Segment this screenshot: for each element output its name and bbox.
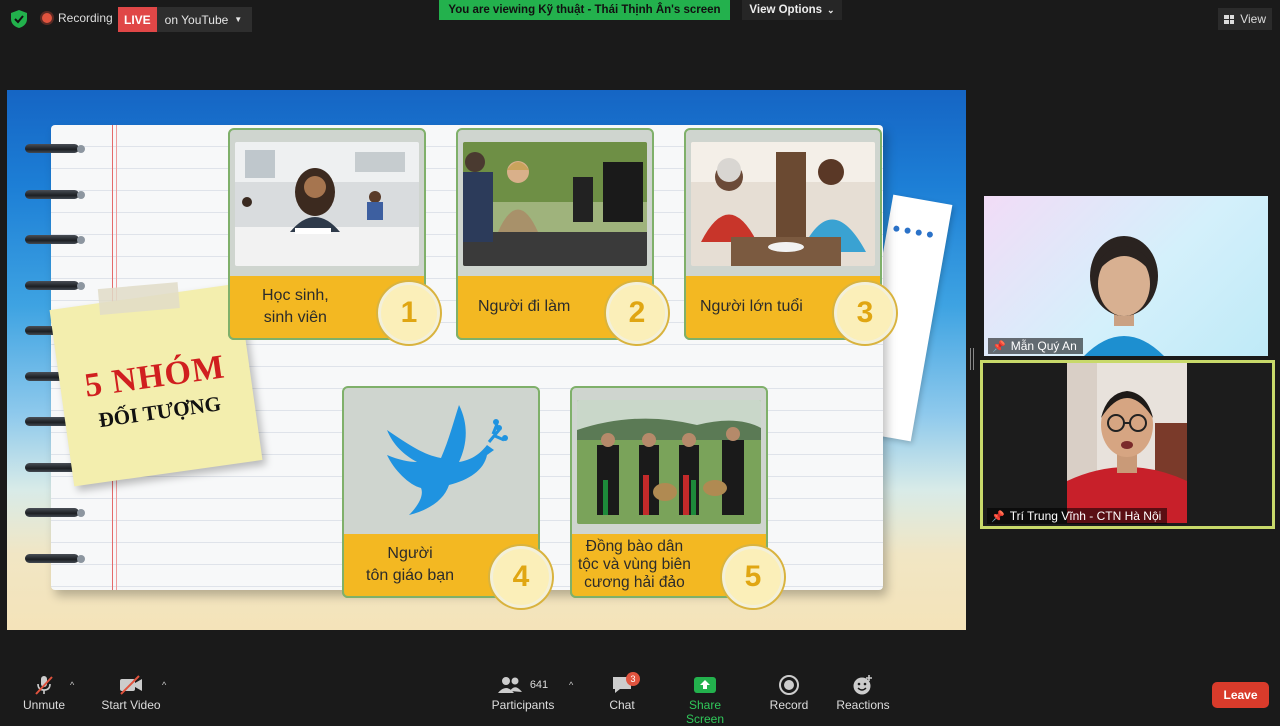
recording-indicator[interactable]: Recording	[42, 11, 113, 25]
tape-decoration	[97, 282, 180, 315]
recording-label: Recording	[58, 11, 113, 25]
share-screen-button[interactable]: Share Screen	[670, 672, 740, 726]
video-options-caret[interactable]: ^	[162, 680, 166, 690]
unmute-button[interactable]: Unmute	[20, 672, 68, 712]
shared-screen-slide: 5 NHÓM ĐỐI TƯỢNG Học sinh, sinh viên 1 N…	[7, 90, 966, 630]
number-badge: 1	[378, 282, 440, 344]
muted-mic-icon	[35, 676, 53, 695]
office-workers-photo	[463, 142, 647, 266]
chat-label: Chat	[609, 698, 635, 712]
number-badge: 3	[834, 282, 896, 344]
pin-icon: 📌	[991, 510, 1005, 523]
group-card-students: Học sinh, sinh viên 1	[228, 128, 440, 344]
spiral-ring	[25, 188, 85, 202]
group-card-ethnic: Đồng bào dân tộc và vùng biên cương hải …	[570, 386, 784, 608]
participant-name: Trí Trung Vĩnh - CTN Hà Nội	[1009, 509, 1162, 523]
live-badge: LIVE	[118, 7, 157, 32]
spiral-ring	[25, 279, 85, 293]
participants-label: Participants	[491, 698, 555, 712]
recording-dot-icon	[42, 13, 52, 23]
screen-share-banner: You are viewing Kỹ thuật - Thái Thịnh Ân…	[439, 0, 730, 20]
spiral-ring	[25, 233, 85, 247]
live-stream-menu[interactable]: LIVE on YouTube ▼	[118, 7, 253, 32]
group-card-elderly: Người lớn tuổi 3	[684, 128, 896, 344]
smiley-icon	[853, 675, 872, 695]
spiral-ring	[25, 142, 85, 156]
pin-icon: 📌	[992, 340, 1006, 353]
chevron-down-icon: ▼	[234, 15, 243, 24]
record-button[interactable]: Record	[768, 672, 810, 712]
group-card-workers: Người đi làm 2	[456, 128, 668, 344]
participant-name-tag: 📌 Mẫn Quý An	[988, 338, 1083, 354]
speaker-video-feed	[1067, 363, 1187, 523]
view-label: View	[1240, 12, 1266, 26]
reactions-button[interactable]: Reactions	[836, 672, 890, 712]
number-badge: 4	[490, 546, 552, 608]
students-photo	[235, 142, 419, 266]
participants-button[interactable]: 641 Participants	[490, 672, 556, 712]
participants-icon	[497, 677, 522, 693]
security-shield-icon[interactable]	[11, 10, 27, 28]
record-icon	[779, 675, 799, 695]
start-video-label: Start Video	[101, 698, 161, 712]
participant-video-tile[interactable]: 📌 Mẫn Quý An	[984, 196, 1268, 356]
view-options-button[interactable]: View Options ⌄	[742, 0, 842, 20]
share-screen-icon	[694, 677, 716, 693]
share-screen-label: Share Screen	[685, 698, 725, 726]
youtube-label: on YouTube	[164, 12, 229, 27]
participants-options-caret[interactable]: ^	[569, 680, 573, 690]
video-off-icon	[120, 675, 142, 695]
spiral-ring	[25, 506, 85, 520]
chevron-down-icon: ⌄	[827, 4, 835, 15]
record-label: Record	[769, 698, 809, 712]
number-badge: 2	[606, 282, 668, 344]
group-card-religious: Người tôn giáo bạn 4	[342, 386, 552, 608]
spiral-ring	[25, 552, 85, 566]
participants-count: 641	[529, 679, 549, 691]
dove-icon	[349, 400, 533, 524]
start-video-button[interactable]: Start Video	[100, 672, 162, 712]
chat-unread-badge: 3	[626, 672, 640, 686]
view-button[interactable]: View	[1218, 8, 1272, 30]
active-speaker-video-tile[interactable]: 📌 Trí Trung Vĩnh - CTN Hà Nội	[980, 360, 1275, 529]
gallery-grid-icon	[1224, 14, 1235, 24]
participant-name-tag: 📌 Trí Trung Vĩnh - CTN Hà Nội	[987, 508, 1168, 524]
leave-button[interactable]: Leave	[1212, 682, 1269, 708]
participant-video-feed	[1084, 236, 1164, 356]
elderly-couple-photo	[691, 142, 875, 266]
audio-options-caret[interactable]: ^	[70, 680, 74, 690]
unmute-label: Unmute	[22, 698, 66, 712]
participant-name: Mẫn Quý An	[1010, 339, 1077, 353]
number-badge: 5	[722, 546, 784, 608]
youtube-dropdown[interactable]: on YouTube ▼	[156, 7, 253, 32]
view-options-label: View Options	[749, 4, 823, 16]
panel-resize-handle[interactable]	[970, 348, 974, 370]
ethnic-women-photo	[577, 400, 761, 524]
reactions-label: Reactions	[836, 698, 890, 712]
